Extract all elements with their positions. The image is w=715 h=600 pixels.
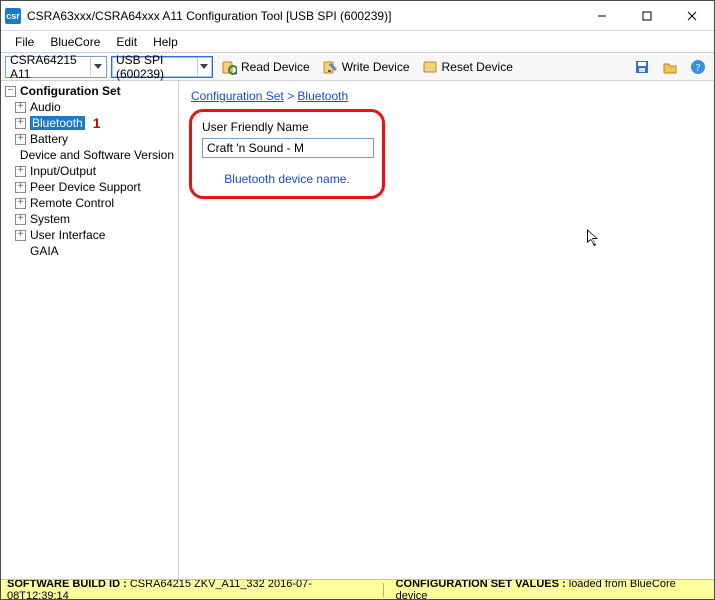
cursor-icon bbox=[587, 229, 601, 247]
menu-edit[interactable]: Edit bbox=[108, 31, 145, 52]
tree-root[interactable]: − Configuration Set bbox=[1, 83, 178, 99]
menu-help[interactable]: Help bbox=[145, 31, 186, 52]
svg-text:?: ? bbox=[696, 62, 701, 74]
tree-item-label: User Interface bbox=[30, 228, 105, 242]
titlebar: csr CSRA63xxx/CSRA64xxx A11 Configuratio… bbox=[1, 1, 714, 31]
menu-file[interactable]: File bbox=[7, 31, 42, 52]
friendly-name-label: User Friendly Name bbox=[202, 120, 372, 134]
tree-item-audio[interactable]: + Audio bbox=[1, 99, 178, 115]
tree-item-bluetooth[interactable]: + Bluetooth 1 bbox=[1, 115, 178, 131]
expand-icon[interactable]: + bbox=[15, 166, 26, 177]
save-icon bbox=[634, 59, 650, 75]
read-icon bbox=[221, 59, 237, 75]
tree-item-battery[interactable]: + Battery bbox=[1, 131, 178, 147]
reset-device-label: Reset Device bbox=[442, 60, 513, 74]
statusbar: SOFTWARE BUILD ID : CSRA64215 ZKV_A11_33… bbox=[1, 579, 714, 599]
collapse-icon[interactable]: − bbox=[5, 86, 16, 97]
write-device-label: Write Device bbox=[342, 60, 410, 74]
expand-icon[interactable]: + bbox=[15, 134, 26, 145]
status-build-key: SOFTWARE BUILD ID : bbox=[7, 579, 127, 590]
tree-item-label: Device and Software Version bbox=[20, 148, 174, 162]
minimize-icon bbox=[597, 11, 607, 21]
open-folder-icon bbox=[662, 59, 678, 75]
transport-select[interactable]: USB SPI (600239) bbox=[111, 56, 213, 78]
write-icon bbox=[322, 59, 338, 75]
tree-item-ui[interactable]: + User Interface bbox=[1, 227, 178, 243]
minimize-button[interactable] bbox=[579, 1, 624, 30]
status-separator bbox=[383, 583, 384, 597]
app-icon: csr bbox=[5, 8, 21, 24]
close-button[interactable] bbox=[669, 1, 714, 30]
reset-device-button[interactable]: Reset Device bbox=[418, 56, 517, 78]
tree-pane: − Configuration Set + Audio + Bluetooth … bbox=[1, 81, 179, 579]
expand-icon[interactable]: + bbox=[15, 182, 26, 193]
status-build: SOFTWARE BUILD ID : CSRA64215 ZKV_A11_33… bbox=[7, 579, 371, 599]
field-help-text: Bluetooth device name. bbox=[202, 172, 372, 186]
status-config: CONFIGURATION SET VALUES : loaded from B… bbox=[396, 579, 708, 599]
menu-bluecore-label: BlueCore bbox=[50, 35, 100, 49]
read-device-label: Read Device bbox=[241, 60, 310, 74]
chevron-down-icon bbox=[90, 58, 104, 76]
app-window: csr CSRA63xxx/CSRA64xxx A11 Configuratio… bbox=[0, 0, 715, 600]
tree-item-peer[interactable]: + Peer Device Support bbox=[1, 179, 178, 195]
expand-icon[interactable]: + bbox=[15, 118, 26, 129]
tree-item-device-version[interactable]: Device and Software Version bbox=[1, 147, 178, 163]
breadcrumb-leaf[interactable]: Bluetooth bbox=[297, 89, 348, 103]
highlight-annotation: User Friendly Name Bluetooth device name… bbox=[189, 109, 385, 199]
write-device-button[interactable]: Write Device bbox=[318, 56, 414, 78]
tree-item-label: Bluetooth bbox=[30, 116, 85, 130]
menu-edit-label: Edit bbox=[116, 35, 137, 49]
content-pane: Configuration Set > Bluetooth User Frien… bbox=[179, 81, 714, 579]
expand-icon[interactable]: + bbox=[15, 214, 26, 225]
expand-icon[interactable]: + bbox=[15, 198, 26, 209]
help-icon: ? bbox=[690, 59, 706, 75]
tree-item-io[interactable]: + Input/Output bbox=[1, 163, 178, 179]
tree-item-gaia[interactable]: GAIA bbox=[1, 243, 178, 259]
chevron-down-icon bbox=[197, 58, 210, 76]
tree-item-label: Input/Output bbox=[30, 164, 96, 178]
open-button[interactable] bbox=[658, 56, 682, 78]
breadcrumb-sep: > bbox=[284, 89, 298, 103]
breadcrumb-root[interactable]: Configuration Set bbox=[191, 89, 284, 103]
body: − Configuration Set + Audio + Bluetooth … bbox=[1, 81, 714, 579]
transport-select-value: USB SPI (600239) bbox=[116, 53, 193, 81]
menubar: File BlueCore Edit Help bbox=[1, 31, 714, 53]
save-button[interactable] bbox=[630, 56, 654, 78]
expand-icon[interactable]: + bbox=[15, 230, 26, 241]
breadcrumb: Configuration Set > Bluetooth bbox=[191, 89, 704, 103]
tree-item-system[interactable]: + System bbox=[1, 211, 178, 227]
maximize-icon bbox=[642, 11, 652, 21]
menu-bluecore[interactable]: BlueCore bbox=[42, 31, 108, 52]
menu-file-label: File bbox=[15, 35, 34, 49]
toolbar: CSRA64215 A11 USB SPI (600239) Read Devi… bbox=[1, 53, 714, 81]
tree-item-label: Remote Control bbox=[30, 196, 114, 210]
help-button[interactable]: ? bbox=[686, 56, 710, 78]
friendly-name-input[interactable] bbox=[202, 138, 374, 158]
expand-icon[interactable]: + bbox=[15, 102, 26, 113]
tree-item-label: System bbox=[30, 212, 70, 226]
close-icon bbox=[687, 11, 697, 21]
annotation-marker: 1 bbox=[93, 115, 101, 131]
tree-item-label: GAIA bbox=[30, 244, 59, 258]
window-title: CSRA63xxx/CSRA64xxx A11 Configuration To… bbox=[27, 9, 579, 23]
tree-item-label: Peer Device Support bbox=[30, 180, 141, 194]
read-device-button[interactable]: Read Device bbox=[217, 56, 314, 78]
window-controls bbox=[579, 1, 714, 30]
tree-item-label: Audio bbox=[30, 100, 61, 114]
tree-item-remote[interactable]: + Remote Control bbox=[1, 195, 178, 211]
tree-item-label: Battery bbox=[30, 132, 68, 146]
leaf-icon bbox=[15, 246, 26, 257]
maximize-button[interactable] bbox=[624, 1, 669, 30]
device-select-value: CSRA64215 A11 bbox=[10, 53, 86, 81]
leaf-icon bbox=[15, 150, 16, 161]
menu-help-label: Help bbox=[153, 35, 178, 49]
reset-icon bbox=[422, 59, 438, 75]
tree-root-label: Configuration Set bbox=[20, 84, 121, 98]
device-select[interactable]: CSRA64215 A11 bbox=[5, 56, 107, 78]
status-config-key: CONFIGURATION SET VALUES : bbox=[396, 579, 566, 590]
